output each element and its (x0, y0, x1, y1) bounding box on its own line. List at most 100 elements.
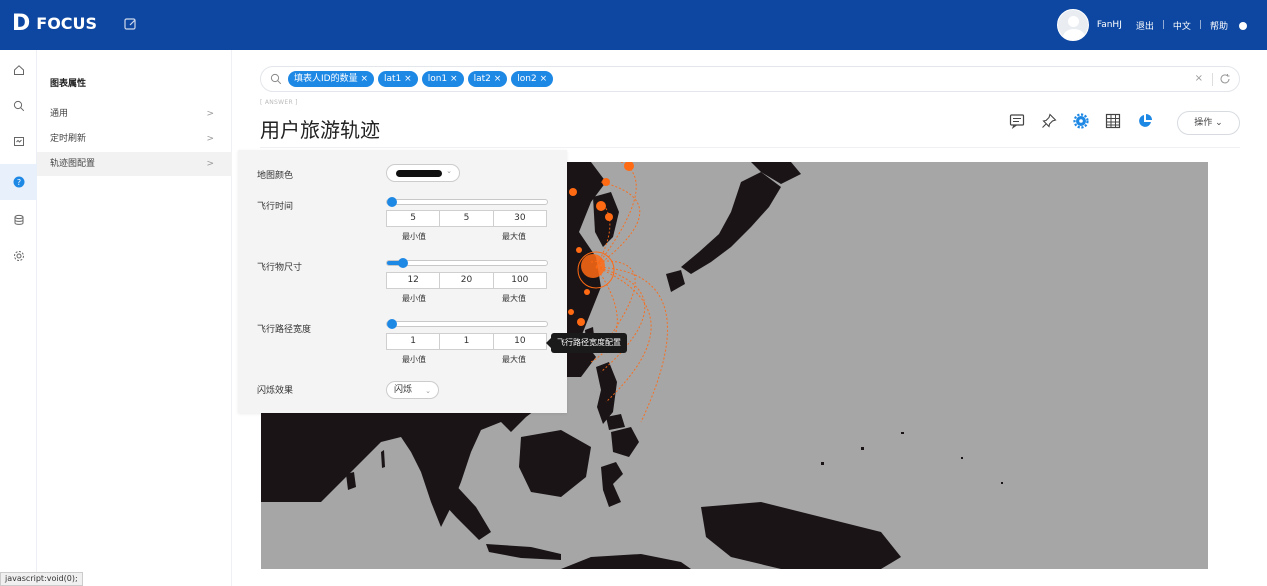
slider-thumb[interactable] (387, 319, 397, 329)
max-field[interactable]: 100 (492, 273, 546, 288)
table-icon[interactable] (1102, 110, 1124, 132)
tag-label: lon1 (427, 74, 448, 84)
language-link[interactable]: 中文 (1173, 19, 1191, 32)
tag-remove-icon[interactable]: × (540, 74, 548, 84)
map-color-picker[interactable]: ⌄ (386, 164, 460, 182)
refresh-icon[interactable] (1219, 73, 1231, 85)
comment-icon[interactable] (1006, 110, 1028, 132)
value-field[interactable]: 1 (387, 334, 439, 349)
path-width-slider[interactable] (386, 319, 548, 329)
avatar[interactable] (1056, 9, 1089, 41)
japan-south-land (666, 270, 685, 292)
help-label: 帮助 (1209, 21, 1228, 32)
pie-chart-icon[interactable] (1134, 110, 1156, 132)
flight-time-label: 飞行时间 (257, 202, 294, 212)
tag-remove-icon[interactable]: × (494, 74, 502, 84)
pin-icon[interactable] (1038, 110, 1060, 132)
flash-value: 闪烁 (394, 385, 413, 395)
min-caption: 最小值 (402, 355, 426, 364)
settings-icon[interactable] (0, 238, 37, 274)
chevron-right-icon: > (206, 134, 214, 144)
top-header: D FOCUS FanHJ 退出 | 中文 | 帮助 (0, 0, 1267, 50)
dashboard-icon[interactable] (0, 124, 37, 160)
sidebar-title: 图表属性 (50, 79, 87, 89)
slider-thumb[interactable] (398, 258, 408, 268)
value-field[interactable]: 5 (387, 211, 439, 226)
search-tag[interactable]: lat1 × (378, 71, 418, 87)
app-logo[interactable]: D FOCUS (12, 11, 97, 36)
search-tag[interactable]: lat2 × (467, 71, 508, 87)
flyer-size-values: 12 20 100 (386, 272, 547, 289)
java-land (486, 544, 561, 560)
chevron-down-icon: ⌄ (425, 387, 431, 395)
chevron-down-icon: ⌄ (1215, 118, 1223, 128)
answer-crumb: [ ANSWER ] (260, 99, 298, 106)
separator: | (1198, 20, 1202, 30)
tag-remove-icon[interactable]: × (404, 74, 412, 84)
tag-label: lat2 (473, 74, 491, 84)
sidebar-item-label: 通用 (50, 109, 69, 119)
edit-icon[interactable] (124, 17, 138, 31)
min-field[interactable]: 20 (439, 273, 492, 288)
search-bar[interactable]: 填表人ID的数量 × lat1 × lon1 × lat2 × lon2 × × (260, 66, 1240, 92)
tooltip: 飞行路径宽度配置 (546, 333, 627, 353)
sidebar-item-scheduled-refresh[interactable]: 定时刷新 > (37, 127, 232, 151)
search-icon[interactable] (0, 88, 37, 124)
australia-land (561, 554, 691, 569)
help-dot-icon (1239, 21, 1247, 30)
clear-search-icon[interactable]: × (1195, 73, 1203, 84)
user-name[interactable]: FanHJ (1097, 20, 1122, 30)
min-field[interactable]: 5 (439, 211, 492, 226)
flight-time-slider[interactable] (386, 197, 548, 207)
andaman-land (381, 450, 385, 468)
tag-label: lat1 (384, 74, 402, 84)
max-field[interactable]: 30 (492, 211, 546, 226)
chevron-right-icon: > (206, 159, 214, 169)
sidebar-item-label: 定时刷新 (50, 134, 87, 144)
map-color-label: 地图颜色 (257, 171, 294, 181)
chart-properties-sidebar: 图表属性 通用 > 定时刷新 > 轨迹图配置 > (37, 50, 232, 586)
flash-effect-label: 闪烁效果 (257, 386, 294, 396)
search-tag[interactable]: lon1 × (421, 71, 464, 87)
help-link[interactable]: 帮助 (1210, 19, 1255, 32)
tag-remove-icon[interactable]: × (360, 74, 368, 84)
chevron-right-icon: > (206, 109, 214, 119)
japan-land (681, 172, 781, 274)
search-tag[interactable]: lon2 × (511, 71, 554, 87)
search-tag[interactable]: 填表人ID的数量 × (288, 71, 375, 87)
flight-time-values: 5 5 30 (386, 210, 547, 227)
icon-rail: ? (0, 50, 37, 586)
tag-remove-icon[interactable]: × (450, 74, 458, 84)
flyer-size-label: 飞行物尺寸 (257, 263, 303, 273)
max-caption: 最大值 (502, 294, 526, 303)
settings-gear-icon[interactable] (1070, 110, 1092, 132)
path-width-values: 1 1 10 (386, 333, 547, 350)
sidebar-item-trajectory-config[interactable]: 轨迹图配置 > (37, 152, 232, 176)
tag-label: 填表人ID的数量 (294, 74, 358, 84)
sidebar-item-label: 轨迹图配置 (50, 159, 96, 169)
pacific-islands-land (821, 432, 1003, 484)
home-icon[interactable] (0, 52, 37, 88)
value-field[interactable]: 12 (387, 273, 439, 288)
help-icon[interactable]: ? (0, 164, 37, 200)
answer-toolbar (1006, 110, 1166, 132)
sri-lanka-land (346, 472, 356, 490)
borneo-land (519, 430, 591, 497)
color-swatch (396, 170, 442, 177)
logo-text: FOCUS (36, 14, 98, 33)
logout-link[interactable]: 退出 (1136, 19, 1154, 32)
min-field[interactable]: 1 (439, 334, 492, 349)
operations-button[interactable]: 操作 ⌄ (1177, 111, 1240, 135)
slider-thumb[interactable] (387, 197, 397, 207)
flash-effect-select[interactable]: 闪烁 ⌄ (386, 381, 439, 399)
mindanao-land (611, 427, 639, 457)
search-icon (270, 73, 282, 85)
sulawesi-land (601, 462, 623, 507)
sidebar-item-general[interactable]: 通用 > (37, 102, 232, 126)
database-icon[interactable] (0, 202, 37, 238)
path-width-label: 飞行路径宽度 (257, 325, 312, 335)
user-menu: FanHJ 退出 | 中文 | 帮助 (1056, 9, 1255, 41)
status-bar: javascript:void(0); (0, 572, 83, 586)
flyer-size-slider[interactable] (386, 258, 548, 268)
max-field[interactable]: 10 (492, 334, 546, 349)
